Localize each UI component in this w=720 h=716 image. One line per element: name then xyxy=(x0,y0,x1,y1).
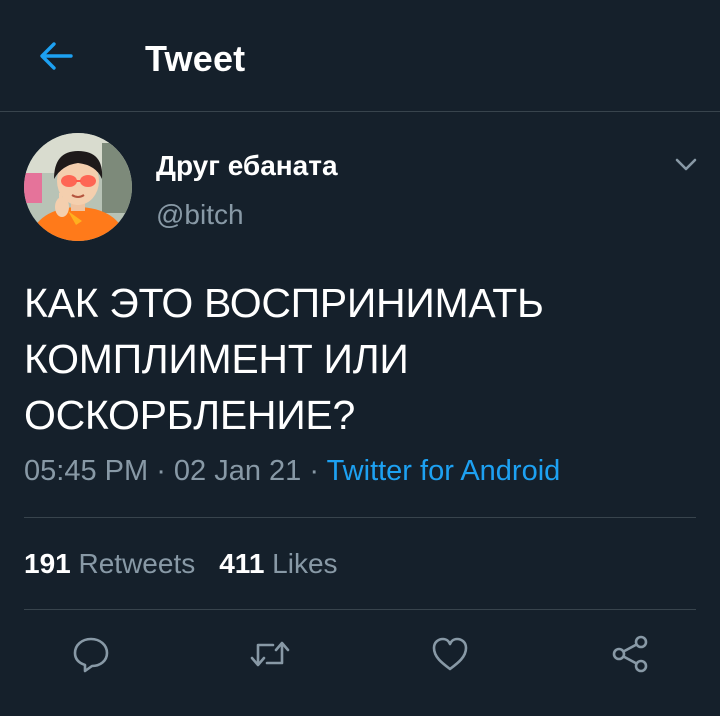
retweet-button[interactable] xyxy=(246,630,294,678)
retweets-label: Retweets xyxy=(78,548,196,579)
tweet-actions xyxy=(0,630,720,684)
avatar[interactable] xyxy=(24,133,132,241)
more-options-button[interactable] xyxy=(668,146,704,182)
tweet-time: 05:45 PM xyxy=(24,455,149,487)
divider xyxy=(24,517,696,518)
author-display-name[interactable]: Друг ебаната xyxy=(156,150,338,182)
arrow-left-icon xyxy=(40,42,73,70)
retweets-count: 191 xyxy=(24,548,71,579)
page-title: Tweet xyxy=(145,38,246,79)
reply-icon xyxy=(73,637,109,673)
like-button[interactable] xyxy=(426,630,474,678)
tweet-source-link[interactable]: Twitter for Android xyxy=(327,455,561,487)
retweet-icon xyxy=(250,641,290,667)
meta-separator: · xyxy=(148,455,174,487)
tweet-text: КАК ЭТО ВОСПРИНИМАТЬ КОМПЛИМЕНТ ИЛИ ОСКО… xyxy=(24,280,544,438)
share-icon xyxy=(612,635,648,673)
likes-stat[interactable]: 411 Likes xyxy=(219,548,337,579)
retweets-stat[interactable]: 191 Retweets xyxy=(24,548,195,579)
author-handle[interactable]: @bitch xyxy=(156,199,244,231)
divider xyxy=(24,609,696,610)
top-app-bar: Tweet xyxy=(0,0,720,112)
likes-count: 411 xyxy=(219,548,265,579)
share-button[interactable] xyxy=(606,630,654,678)
heart-icon xyxy=(432,637,468,671)
tweet-meta: 05:45 PM · 02 Jan 21 · Twitter for Andro… xyxy=(24,455,560,488)
chevron-down-icon xyxy=(675,158,697,171)
tweet-date: 02 Jan 21 xyxy=(173,455,302,487)
reply-button[interactable] xyxy=(67,630,115,678)
likes-label: Likes xyxy=(272,548,338,579)
meta-separator: · xyxy=(301,455,327,487)
tweet-stats: 191 Retweets 411 Likes xyxy=(24,548,338,580)
back-button[interactable] xyxy=(30,30,82,82)
